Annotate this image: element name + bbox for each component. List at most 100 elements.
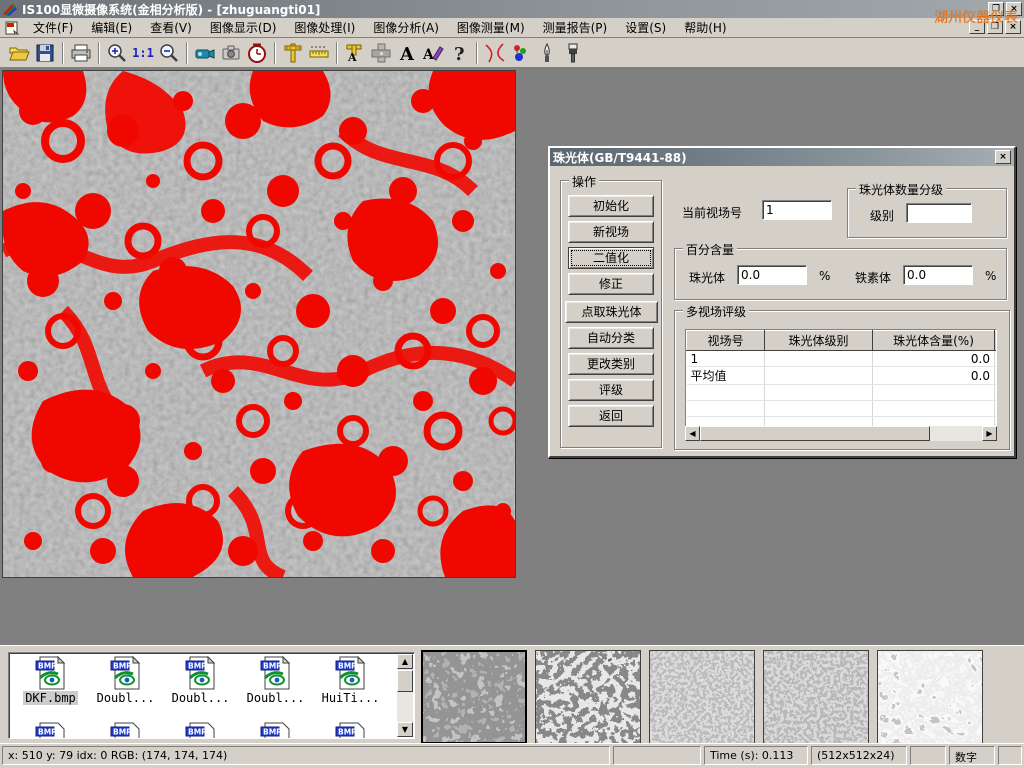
phase-color-button[interactable] [508,41,534,65]
svg-text:A: A [347,51,357,64]
file-item[interactable]: BMP [313,722,388,739]
scroll-right-icon[interactable]: ▶ [982,426,997,441]
cell-field: 平均值 [687,367,765,385]
menu-help[interactable]: 帮助(H) [675,17,735,38]
print-button[interactable] [68,41,94,65]
text-button[interactable]: A [394,41,420,65]
table-hscrollbar[interactable]: ◀ ▶ [685,426,997,441]
current-field-input[interactable] [762,200,832,220]
grading-table[interactable]: 视场号 珠光体级别 珠光体含量(%) 铁素体 1 0.0 平均值 [685,329,997,439]
text-edit-icon: A [422,42,444,64]
file-item[interactable]: BMP [13,722,88,739]
video-camera-icon [194,42,216,64]
photo-capture-button[interactable] [218,41,244,65]
file-item[interactable]: BMP [163,722,238,739]
auto-classify-button[interactable]: 自动分类 [568,327,654,349]
col-field-number[interactable]: 视场号 [687,331,765,351]
table-row[interactable]: 平均值 0.0 [687,367,998,385]
pearlite-dialog: 珠光体(GB/T9441-88) × 操作 初始化 新视场 二值化 修正 点取珠… [548,146,1016,458]
caliper-button[interactable] [280,41,306,65]
pen-icon [536,42,558,64]
cell-field: 1 [687,351,765,367]
file-item[interactable]: BMP Doubl... [163,656,238,705]
return-button[interactable]: 返回 [568,405,654,427]
menu-image-measure[interactable]: 图像测量(M) [448,17,534,38]
file-listbox[interactable]: BMP DKF.bmp BMP Doubl... BMP Doubl... BM… [8,652,415,739]
menu-file[interactable]: 文件(F) [24,17,82,38]
file-item[interactable]: BMP Doubl... [238,656,313,705]
file-name[interactable]: HuiTi... [320,691,382,705]
change-class-button[interactable]: 更改类别 [568,353,654,375]
dialog-close-button[interactable]: × [995,150,1011,164]
red-curve-icon [483,41,507,65]
file-item[interactable]: BMP HuiTi... [313,656,388,705]
menu-view[interactable]: 查看(V) [141,17,201,38]
photo-camera-icon [220,42,242,64]
menu-image-process[interactable]: 图像处理(I) [285,17,364,38]
grade-button[interactable]: 评级 [568,379,654,401]
correct-button[interactable]: 修正 [568,273,654,295]
col-ferrite[interactable]: 铁素体 [995,331,998,351]
menu-report[interactable]: 测量报告(P) [534,17,617,38]
ferrite-percent-input[interactable] [903,265,973,285]
thumbnail-2[interactable] [535,650,641,744]
menu-settings[interactable]: 设置(S) [616,17,675,38]
scroll-thumb[interactable] [397,670,413,692]
file-item[interactable]: BMP DKF.bmp [13,656,88,705]
spline-tool-button[interactable] [482,41,508,65]
col-pearlite-level[interactable]: 珠光体级别 [765,331,873,351]
menu-edit[interactable]: 编辑(E) [82,17,141,38]
file-item[interactable]: BMP [88,722,163,739]
measure-text-button[interactable]: A [342,41,368,65]
open-button[interactable] [6,41,32,65]
scroll-down-icon[interactable]: ▼ [397,722,413,737]
status-empty-panel [613,746,701,765]
grid-tool-button[interactable] [368,41,394,65]
menu-image-display[interactable]: 图像显示(D) [201,17,286,38]
annotate-button[interactable]: A [420,41,446,65]
menu-image-analysis[interactable]: 图像分析(A) [364,17,448,38]
timer-button[interactable] [244,41,270,65]
pearlite-percent-input[interactable] [737,265,807,285]
thumbnail-3[interactable] [649,650,755,744]
file-name[interactable]: Doubl... [170,691,232,705]
pearlite-label: 珠光体 [689,269,725,286]
zoom-out-button[interactable] [156,41,182,65]
zoom-in-button[interactable] [104,41,130,65]
level-input[interactable] [906,203,972,223]
svg-text:BMP: BMP [338,662,357,671]
scroll-track[interactable] [930,426,982,441]
scroll-up-icon[interactable]: ▲ [397,654,413,669]
file-name[interactable]: Doubl... [245,691,307,705]
file-item[interactable]: BMP [238,722,313,739]
help-button[interactable]: ? [446,41,472,65]
file-list-scrollbar[interactable]: ▲ ▼ [397,654,413,737]
scroll-thumb[interactable] [700,426,930,441]
file-item[interactable]: BMP Doubl... [88,656,163,705]
pen-tool-button[interactable] [534,41,560,65]
pick-pearlite-button[interactable]: 点取珠光体 [565,301,658,323]
grading-group-label: 珠光体数量分级 [856,181,946,198]
cell-ferrite [995,351,998,367]
dialog-title-bar[interactable]: 珠光体(GB/T9441-88) × [550,148,1014,166]
table-row[interactable]: 1 0.0 [687,351,998,367]
scroll-left-icon[interactable]: ◀ [685,426,700,441]
pixel-readout: x: 510 y: 79 idx: 0 RGB: (174, 174, 174) [2,746,610,765]
thumbnail-4[interactable] [763,650,869,744]
actual-size-button[interactable]: 1:1 [130,41,156,65]
file-name[interactable]: DKF.bmp [23,691,78,705]
ruler-button[interactable] [306,41,332,65]
col-pearlite-content[interactable]: 珠光体含量(%) [873,331,995,351]
save-button[interactable] [32,41,58,65]
thumbnail-1[interactable] [421,650,527,744]
percent-group: 百分含量 珠光体 % 铁素体 % [674,248,1007,300]
new-field-button[interactable]: 新视场 [568,221,654,243]
thumbnail-5[interactable] [877,650,983,744]
binarize-button[interactable]: 二值化 [568,247,654,269]
initialize-button[interactable]: 初始化 [568,195,654,217]
video-capture-button[interactable] [192,41,218,65]
svg-text:BMP: BMP [263,728,282,737]
brush-tool-button[interactable] [560,41,586,65]
metallographic-image[interactable] [2,70,516,578]
file-name[interactable]: Doubl... [95,691,157,705]
